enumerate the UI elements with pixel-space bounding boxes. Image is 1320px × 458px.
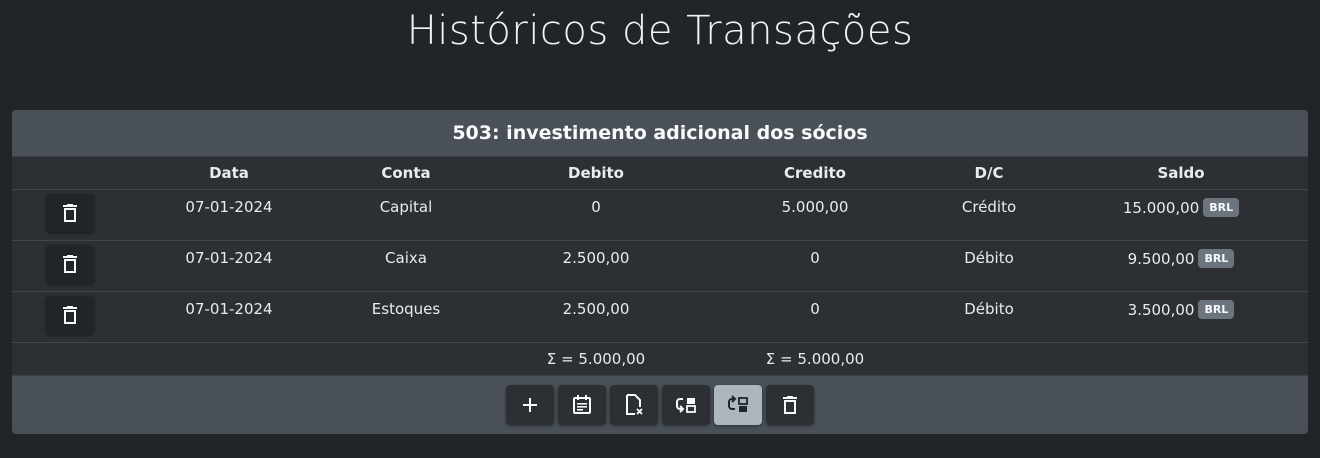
col-data: Data	[132, 157, 326, 190]
trash-icon	[63, 255, 77, 273]
table-row: 07-01-2024 Estoques 2.500,00 0 Débito 3.…	[12, 291, 1308, 343]
cell-saldo: 3.500,00 BRL	[1054, 292, 1308, 319]
trash-icon	[63, 306, 77, 324]
cell-debito: 2.500,00	[562, 249, 630, 267]
cell-data: 07-01-2024	[185, 198, 273, 216]
page-title: Históricos de Transações	[406, 8, 914, 54]
saldo-value: 3.500,00	[1127, 301, 1195, 319]
transaction-header: 503: investimento adicional dos sócios	[12, 110, 1308, 157]
table-row: 07-01-2024 Caixa 2.500,00 0 Débito 9.500…	[12, 240, 1308, 292]
remove-file-button[interactable]	[610, 385, 658, 425]
cell-dc: Débito	[964, 249, 1014, 267]
delete-row-button[interactable]	[46, 194, 94, 232]
transaction-card: 503: investimento adicional dos sócios D…	[12, 110, 1308, 434]
col-credito: Credito	[706, 157, 924, 190]
cell-conta: Estoques	[371, 300, 441, 318]
transactions-table: Data Conta Debito Credito D/C Saldo 07-0…	[12, 157, 1308, 375]
toolbar	[12, 375, 1308, 434]
cell-saldo: 15.000,00 BRL	[1054, 190, 1308, 217]
cell-credito: 0	[810, 300, 820, 318]
total-debito: Σ = 5.000,00	[546, 350, 646, 368]
col-actions	[12, 157, 132, 190]
cell-debito: 2.500,00	[562, 300, 630, 318]
table-row: 07-01-2024 Capital 0 5.000,00 Crédito 15…	[12, 189, 1308, 241]
saldo-value: 15.000,00	[1122, 199, 1200, 217]
cell-saldo: 9.500,00 BRL	[1054, 241, 1308, 268]
currency-badge: BRL	[1198, 249, 1235, 268]
col-dc: D/C	[924, 157, 1054, 190]
cell-data: 07-01-2024	[185, 300, 273, 318]
delete-row-button[interactable]	[46, 296, 94, 334]
calendar-button[interactable]	[558, 385, 606, 425]
swap-right-icon	[728, 395, 748, 412]
cell-credito: 0	[810, 249, 820, 267]
swap-right-button[interactable]	[714, 385, 762, 425]
delete-row-button[interactable]	[46, 245, 94, 283]
cell-credito: 5.000,00	[781, 198, 849, 216]
cell-debito: 0	[591, 198, 601, 216]
totals-row: Σ = 5.000,00 Σ = 5.000,00	[12, 343, 1308, 376]
cell-conta: Caixa	[385, 249, 427, 267]
plus-icon	[523, 398, 537, 412]
trash-icon	[63, 204, 77, 222]
swap-left-button[interactable]	[662, 385, 710, 425]
total-credito: Σ = 5.000,00	[765, 350, 865, 368]
table-header-row: Data Conta Debito Credito D/C Saldo	[12, 157, 1308, 190]
cell-dc: Crédito	[961, 198, 1017, 216]
delete-button[interactable]	[766, 385, 814, 425]
saldo-value: 9.500,00	[1127, 250, 1195, 268]
add-button[interactable]	[506, 385, 554, 425]
calendar-icon	[573, 395, 591, 414]
col-saldo: Saldo	[1054, 157, 1308, 190]
currency-badge: BRL	[1198, 300, 1235, 319]
currency-badge: BRL	[1203, 198, 1240, 217]
cell-dc: Débito	[964, 300, 1014, 318]
cell-conta: Capital	[379, 198, 433, 216]
col-debito: Debito	[486, 157, 706, 190]
trash-icon	[783, 396, 797, 414]
col-conta: Conta	[326, 157, 486, 190]
swap-left-icon	[676, 398, 696, 413]
file-remove-icon	[626, 394, 643, 415]
cell-data: 07-01-2024	[185, 249, 273, 267]
